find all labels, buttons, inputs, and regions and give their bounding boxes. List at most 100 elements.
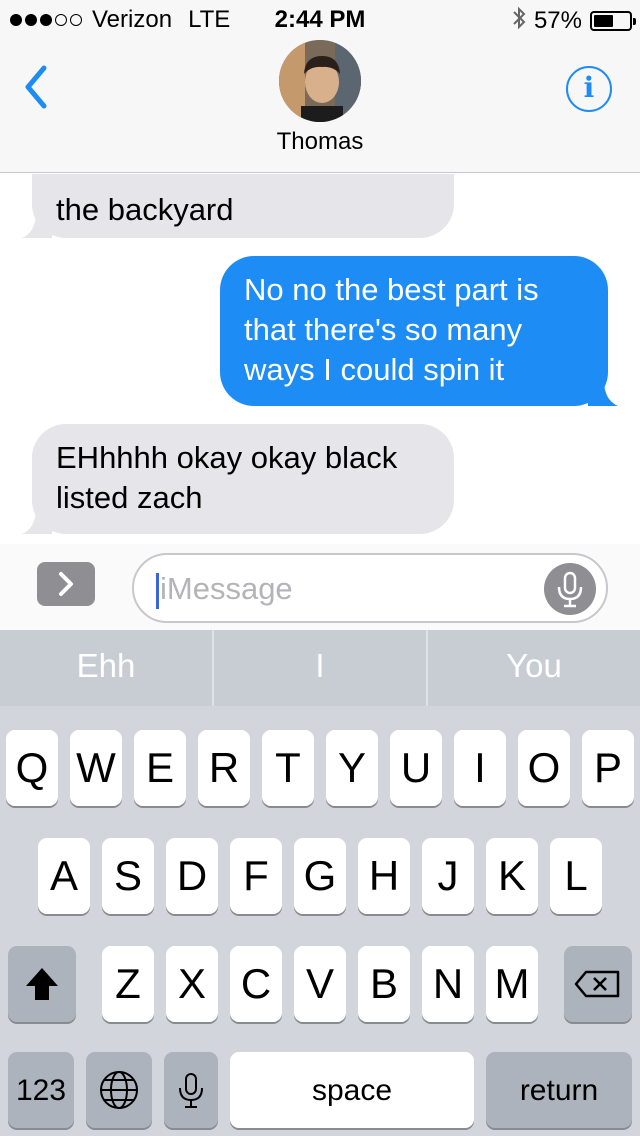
- message-text-line: that there's so many: [244, 312, 523, 347]
- microphone-icon: [179, 1073, 203, 1108]
- key-r[interactable]: R: [198, 730, 250, 806]
- key-t[interactable]: T: [262, 730, 314, 806]
- key-label: N: [432, 960, 464, 1007]
- key-label: Z: [115, 960, 141, 1007]
- expand-apps-button[interactable]: [37, 562, 95, 606]
- info-icon: i: [583, 71, 595, 104]
- key-g[interactable]: G: [294, 838, 346, 914]
- key-label: A: [49, 852, 78, 899]
- key-p[interactable]: P: [582, 730, 634, 806]
- return-key[interactable]: return: [486, 1052, 632, 1128]
- imessage-placeholder: iMessage: [160, 571, 293, 606]
- key-n[interactable]: N: [422, 946, 474, 1022]
- back-button[interactable]: [18, 62, 58, 112]
- bubble-tail: [22, 212, 52, 238]
- chevron-left-icon: [25, 65, 47, 109]
- message-bubble-received[interactable]: EHhhhh okay okay black listed zach: [22, 424, 454, 534]
- key-label: O: [527, 744, 561, 791]
- suggestion-2[interactable]: I: [214, 630, 426, 706]
- key-label: J: [437, 852, 459, 899]
- key-f[interactable]: F: [230, 838, 282, 914]
- message-thread[interactable]: the backyard No no the best part is that…: [0, 174, 640, 544]
- space-key[interactable]: space: [230, 1052, 474, 1128]
- key-label: K: [497, 852, 526, 899]
- key-label: T: [275, 744, 301, 791]
- key-label: B: [369, 960, 398, 1007]
- dictation-key[interactable]: [164, 1052, 218, 1128]
- message-text-line: EHhhhh okay okay black: [56, 440, 398, 475]
- key-label: W: [76, 744, 116, 791]
- contact-name[interactable]: Thomas: [0, 128, 640, 156]
- dictation-button[interactable]: [544, 563, 596, 615]
- key-c[interactable]: C: [230, 946, 282, 1022]
- key-m[interactable]: M: [486, 946, 538, 1022]
- key-a[interactable]: A: [38, 838, 90, 914]
- compose-bar: iMessage: [0, 544, 640, 630]
- quicktype-bar: Ehh I You: [0, 630, 640, 706]
- suggestion-3[interactable]: You: [428, 630, 640, 706]
- key-z[interactable]: Z: [102, 946, 154, 1022]
- key-label: R: [208, 744, 240, 791]
- key-w[interactable]: W: [70, 730, 122, 806]
- key-k[interactable]: K: [486, 838, 538, 914]
- key-b[interactable]: B: [358, 946, 410, 1022]
- globe-icon: [100, 1071, 138, 1109]
- imessage-input[interactable]: iMessage: [132, 553, 608, 623]
- key-label: Q: [15, 744, 49, 791]
- key-y[interactable]: Y: [326, 730, 378, 806]
- suggestion-1[interactable]: Ehh: [0, 630, 212, 706]
- numbers-key[interactable]: 123: [8, 1052, 74, 1128]
- message-text: the backyard: [56, 192, 234, 227]
- key-label: U: [400, 744, 432, 791]
- key-u[interactable]: U: [390, 730, 442, 806]
- key-q[interactable]: Q: [6, 730, 58, 806]
- chevron-right-icon: [59, 572, 73, 596]
- status-bar: Verizon LTE 2:44 PM 57%: [0, 0, 640, 40]
- text-cursor: [156, 573, 159, 609]
- key-label: D: [176, 852, 208, 899]
- key-l[interactable]: L: [550, 838, 602, 914]
- key-v[interactable]: V: [294, 946, 346, 1022]
- key-label: V: [305, 960, 334, 1007]
- key-label: L: [564, 852, 588, 899]
- space-key-label: space: [311, 1074, 393, 1107]
- battery-percent: 57%: [533, 7, 582, 34]
- key-label: I: [474, 744, 486, 791]
- key-label: M: [494, 960, 530, 1007]
- globe-key[interactable]: [86, 1052, 152, 1128]
- key-x[interactable]: X: [166, 946, 218, 1022]
- key-s[interactable]: S: [102, 838, 154, 914]
- message-bubble-sent[interactable]: No no the best part is that there's so m…: [220, 256, 618, 406]
- message-text-line: listed zach: [56, 480, 203, 515]
- delete-key[interactable]: [564, 946, 632, 1022]
- keyboard: Ehh I You QWERTYUIOPASDFGHJKLZXCVBNM 123: [0, 630, 640, 1136]
- return-key-label: return: [519, 1074, 599, 1107]
- numbers-key-label: 123: [15, 1074, 67, 1107]
- battery-level-fill: [594, 15, 614, 27]
- info-button[interactable]: i: [566, 66, 612, 112]
- message-bubble-received[interactable]: the backyard: [22, 174, 454, 238]
- key-i[interactable]: I: [454, 730, 506, 806]
- key-d[interactable]: D: [166, 838, 218, 914]
- key-label: H: [368, 852, 400, 899]
- conversation-header: Thomas i: [0, 40, 640, 173]
- key-label: C: [240, 960, 272, 1007]
- key-label: X: [177, 960, 206, 1007]
- key-e[interactable]: E: [134, 730, 186, 806]
- contact-avatar[interactable]: [279, 40, 361, 122]
- battery-icon: [590, 11, 636, 31]
- bubble-tail: [22, 508, 52, 534]
- bluetooth-icon: [512, 6, 526, 36]
- status-right: 57%: [512, 6, 636, 36]
- key-label: F: [243, 852, 269, 899]
- shift-key[interactable]: [8, 946, 76, 1022]
- bubble-tail: [588, 380, 618, 406]
- key-label: E: [145, 744, 174, 791]
- key-label: S: [113, 852, 142, 899]
- message-text-line: ways I could spin it: [244, 352, 505, 387]
- microphone-icon: [557, 571, 583, 608]
- key-j[interactable]: J: [422, 838, 474, 914]
- message-text-line: No no the best part is: [244, 272, 539, 307]
- key-o[interactable]: O: [518, 730, 570, 806]
- key-h[interactable]: H: [358, 838, 410, 914]
